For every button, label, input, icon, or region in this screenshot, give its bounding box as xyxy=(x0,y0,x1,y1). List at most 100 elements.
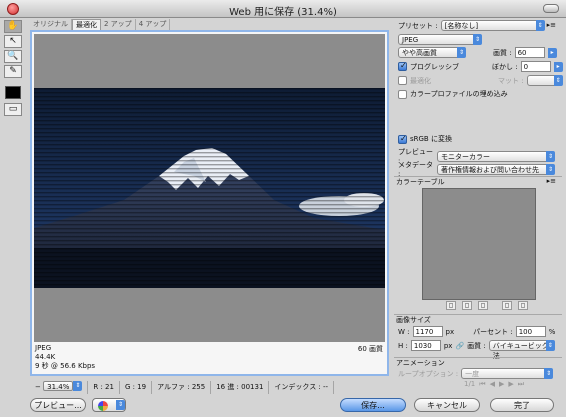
tab-2up[interactable]: 2 アップ xyxy=(101,19,136,30)
height-label: H : xyxy=(398,341,408,350)
chevron-updown-icon: ⇕ xyxy=(544,368,554,379)
chevron-updown-icon[interactable]: ⇕ xyxy=(73,381,83,391)
trash-icon[interactable]: ◻ xyxy=(518,301,528,310)
optimize-label: 最適化 xyxy=(410,76,431,85)
tab-original[interactable]: オリジナル xyxy=(30,19,72,30)
quality-info: 60 画質 xyxy=(357,345,383,353)
next-frame-icon[interactable]: ▶ xyxy=(508,380,513,389)
add-color-icon[interactable]: ◻ xyxy=(478,301,488,310)
icc-profile-checkbox[interactable] xyxy=(398,89,407,99)
chevron-right-icon[interactable]: ▸ xyxy=(553,61,563,72)
quality-label: 画質 : xyxy=(493,48,512,57)
new-color-icon[interactable]: ◻ xyxy=(502,301,512,310)
download-time-info: 9 秒 @ 56.6 Kbps xyxy=(35,362,96,370)
width-field[interactable]: 1170 xyxy=(412,326,443,337)
color-table-menu-icon[interactable]: ▸≡ xyxy=(547,177,556,185)
tool-palette: ✋ ↖ 🔍 ✎ ▭ xyxy=(4,20,24,116)
blur-label: ぼかし : xyxy=(492,62,518,71)
first-frame-icon[interactable]: ⏮ xyxy=(479,380,485,389)
animation-controls: 1/1 ⏮ ◀ ▶ ▶ ⏭ xyxy=(464,380,524,389)
cancel-button[interactable]: キャンセル xyxy=(414,398,480,412)
progressive-checkbox[interactable] xyxy=(398,61,407,71)
progressive-label: プログレッシブ xyxy=(410,62,459,71)
green-readout: G : 19 xyxy=(120,381,153,394)
width-unit: px xyxy=(445,327,455,336)
hex-readout: 16 進 : 00131 xyxy=(211,381,270,394)
color-table-toolbar: ◻ ◻ ◻ ◻ ◻ xyxy=(446,301,528,310)
browser-icon xyxy=(98,401,108,411)
height-field[interactable]: 1030 xyxy=(410,340,441,351)
metadata-select[interactable]: 著作権情報および問い合わせ先 ⇕ xyxy=(437,163,555,175)
animation-header: アニメーション xyxy=(394,357,562,367)
done-button[interactable]: 完了 xyxy=(490,398,554,412)
hand-icon[interactable]: ✋ xyxy=(4,20,22,33)
zoom-icon[interactable]: 🔍 xyxy=(4,50,22,63)
index-readout: インデックス : -- xyxy=(269,381,335,394)
format-select[interactable]: JPEG ⇕ xyxy=(398,34,482,45)
preview-canvas[interactable]: JPEG 44.4K 9 秒 @ 56.6 Kbps 60 画質 xyxy=(30,30,389,376)
eyedropper-color-swatch[interactable] xyxy=(5,86,21,99)
status-bar: − 31.4% ⇕ R : 21 G : 19 アルファ : 255 16 進 :… xyxy=(30,381,389,394)
quality-field[interactable]: 60 xyxy=(514,47,545,58)
zoom-out-icon[interactable]: − xyxy=(35,383,41,391)
preview-button[interactable]: プレビュー... xyxy=(30,398,86,412)
compression-select[interactable]: やや高画質 ⇕ xyxy=(398,47,466,58)
chevron-updown-icon: ⇕ xyxy=(553,75,563,86)
image-info: JPEG 44.4K 9 秒 @ 56.6 Kbps xyxy=(35,344,385,371)
preset-select[interactable]: [名称なし] ⇕ xyxy=(440,20,545,31)
alpha-readout: アルファ : 255 xyxy=(152,381,212,394)
optimize-checkbox[interactable] xyxy=(398,76,407,85)
browser-select[interactable]: ⇕ xyxy=(92,398,126,412)
title-bar: Web 用に保存 (31.4%) xyxy=(0,0,566,18)
toggle-slices-icon[interactable]: ▭ xyxy=(4,103,22,116)
slice-select-icon[interactable]: ↖ xyxy=(4,35,22,48)
constrain-link-icon[interactable]: 🔗 xyxy=(455,342,464,350)
panel-menu-icon[interactable]: ▸≡ xyxy=(547,21,556,29)
prev-frame-icon[interactable]: ◀ xyxy=(490,380,495,389)
frame-counter: 1/1 xyxy=(464,380,476,388)
file-size-info: 44.4K xyxy=(35,353,56,361)
blur-field[interactable]: 0 xyxy=(520,61,551,72)
image-area xyxy=(34,34,385,342)
eyedropper-icon[interactable]: ✎ xyxy=(4,65,22,78)
zoom-control[interactable]: − 31.4% ⇕ xyxy=(30,381,89,394)
save-button[interactable]: 保存... xyxy=(340,398,406,412)
percent-field[interactable]: 100 xyxy=(515,326,546,337)
tab-4up[interactable]: 4 アップ xyxy=(136,19,171,30)
tab-optimized[interactable]: 最適化 xyxy=(72,19,101,30)
red-readout: R : 21 xyxy=(88,381,120,394)
srgb-checkbox[interactable] xyxy=(398,134,407,144)
chevron-updown-icon: ⇕ xyxy=(116,400,125,410)
settings-panel: プリセット : [名称なし] ⇕ ▸≡ JPEG ⇕ やや高画質 ⇕ 画質 : 60 … xyxy=(394,18,566,395)
chevron-updown-icon: ⇕ xyxy=(473,34,482,45)
height-unit: px xyxy=(443,341,453,350)
chevron-updown-icon: ⇕ xyxy=(457,47,466,58)
mount-fuji-photo xyxy=(34,88,385,288)
matte-select[interactable]: ⇕ xyxy=(526,75,563,86)
play-icon[interactable]: ▶ xyxy=(499,380,504,389)
lock-color-icon[interactable]: ◻ xyxy=(462,301,472,310)
toolbar-toggle-button[interactable] xyxy=(543,4,559,13)
chevron-updown-icon: ⇕ xyxy=(535,20,545,31)
srgb-label: sRGB に変換 xyxy=(410,135,452,143)
matte-label: マット : xyxy=(498,76,524,85)
last-frame-icon[interactable]: ⏭ xyxy=(518,380,524,389)
percent-unit: % xyxy=(548,327,556,336)
image-size-header: 画像サイズ xyxy=(394,314,562,324)
percent-label: パーセント : xyxy=(473,327,513,336)
preset-label: プリセット : xyxy=(398,21,438,30)
resample-select[interactable]: バイキュービック法 ⇕ xyxy=(488,340,555,360)
web-snap-icon[interactable]: ◻ xyxy=(446,301,456,310)
chevron-updown-icon: ⇕ xyxy=(546,163,555,175)
window-title: Web 用に保存 (31.4%) xyxy=(229,7,337,18)
loop-select[interactable]: 一度 ⇕ xyxy=(461,368,554,379)
loop-label: ループオプション : xyxy=(398,369,459,378)
format-info: JPEG xyxy=(35,344,52,352)
view-tabs: オリジナル 最適化 2 アップ 4 アップ xyxy=(30,19,171,30)
chevron-right-icon[interactable]: ▸ xyxy=(547,47,557,58)
chevron-updown-icon: ⇕ xyxy=(545,340,555,351)
zoom-select[interactable]: 31.4% xyxy=(43,381,74,391)
resample-quality-label: 画質 : xyxy=(467,341,486,350)
color-table-header: カラーテーブル xyxy=(394,176,562,186)
icc-profile-label: カラープロファイルの埋め込み xyxy=(410,90,508,98)
